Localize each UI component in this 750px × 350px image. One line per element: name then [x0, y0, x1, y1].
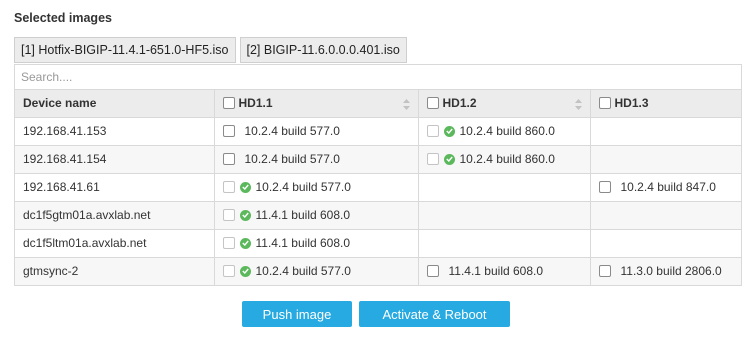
device-name-cell: dc1f5gtm01a.avxlab.net — [15, 200, 215, 230]
hd1-version: 10.2.4 build 577.0 — [222, 152, 410, 166]
hd3-cell — [589, 228, 741, 258]
table-row: 192.168.41.154 10.2.4 build 577.0 10.2.4 b… — [15, 144, 741, 174]
volume-checkbox[interactable] — [598, 265, 611, 278]
table-row: dc1f5ltm01a.avxlab.net 11.4.1 build 608.0 — [15, 228, 741, 258]
version-label: 10.2.4 build 577.0 — [244, 152, 340, 166]
sort-icon[interactable] — [574, 99, 582, 110]
check-circle-icon — [239, 237, 251, 249]
hd3-cell — [589, 144, 741, 174]
version-label: 11.4.1 build 608.0 — [255, 208, 351, 222]
version-label: 11.3.0 build 2806.0 — [620, 264, 722, 279]
column-header-hd1[interactable]: HD1.1 — [213, 90, 419, 118]
table-row: gtmsync-2 10.2.4 build 577.0 11.4.1 build … — [15, 256, 741, 285]
hd1-version: 11.4.1 build 608.0 — [222, 208, 410, 222]
hd2-cell: 10.2.4 build 860.0 — [417, 144, 591, 174]
hd1-cell: 10.2.4 build 577.0 — [213, 144, 419, 174]
hd1-cell: 10.2.4 build 577.0 — [213, 116, 419, 146]
hd3-version: 11.3.0 build 2806.0 — [598, 264, 734, 279]
image-tab-2[interactable]: [2] BIGIP-11.6.0.0.0.401.iso — [239, 37, 407, 63]
version-label: 10.2.4 build 860.0 — [459, 152, 555, 166]
device-name-cell: 192.168.41.61 — [15, 172, 215, 202]
hd1-select-all-checkbox[interactable] — [222, 97, 235, 110]
hd1-version: 10.2.4 build 577.0 — [222, 180, 410, 194]
volume-checkbox[interactable] — [426, 153, 439, 165]
hd2-cell — [417, 172, 591, 202]
check-circle-icon — [239, 209, 251, 221]
volume-checkbox[interactable] — [222, 125, 235, 137]
hd2-cell: 11.4.1 build 608.0 — [417, 256, 591, 285]
hd2-cell — [417, 200, 591, 230]
version-label: 11.4.1 build 608.0 — [255, 236, 351, 250]
volume-checkbox[interactable] — [222, 181, 235, 193]
hd1-cell: 11.4.1 build 608.0 — [213, 200, 419, 230]
hd3-cell — [589, 200, 741, 230]
device-name-cell: 192.168.41.153 — [15, 116, 215, 146]
hd2-cell: 10.2.4 build 860.0 — [417, 116, 591, 146]
hd3-select-all-checkbox[interactable] — [598, 97, 611, 110]
column-header-device-label: Device name — [23, 96, 97, 111]
column-header-hd3[interactable]: HD1.3 — [589, 90, 741, 118]
volume-checkbox[interactable] — [222, 265, 235, 278]
push-image-button[interactable]: Push image — [242, 301, 352, 327]
activate-reboot-button[interactable]: Activate & Reboot — [359, 301, 510, 327]
volume-checkbox[interactable] — [426, 265, 439, 278]
check-circle-icon — [239, 181, 251, 193]
hd1-version: 10.2.4 build 577.0 — [222, 124, 410, 138]
column-header-hd1-label: HD1.1 — [238, 96, 273, 111]
hd2-cell — [417, 228, 591, 258]
hd3-cell: 10.2.4 build 847.0 — [589, 172, 741, 202]
volume-checkbox[interactable] — [426, 125, 439, 137]
check-circle-icon — [239, 265, 251, 277]
search-input[interactable] — [21, 70, 735, 84]
table-row: 192.168.41.61 10.2.4 build 577.0 10.2.4 bu… — [15, 172, 741, 202]
search-bar — [15, 65, 741, 90]
image-tab-1[interactable]: [1] Hotfix-BIGIP-11.4.1-651.0-HF5.iso — [14, 37, 236, 63]
volume-checkbox[interactable] — [222, 209, 235, 221]
device-name-cell: dc1f5ltm01a.avxlab.net — [15, 228, 215, 258]
volume-checkbox[interactable] — [222, 153, 235, 165]
table-body: 192.168.41.153 10.2.4 build 577.0 10.2.4 b… — [15, 116, 741, 285]
version-label: 10.2.4 build 847.0 — [620, 180, 716, 194]
version-label: 10.2.4 build 577.0 — [255, 264, 351, 279]
column-header-hd2[interactable]: HD1.2 — [417, 90, 591, 118]
hd1-version: 10.2.4 build 577.0 — [222, 264, 410, 279]
hd1-cell: 11.4.1 build 608.0 — [213, 228, 419, 258]
sort-icon[interactable] — [402, 99, 410, 110]
hd2-version: 11.4.1 build 608.0 — [426, 264, 582, 279]
device-name-cell: gtmsync-2 — [15, 256, 215, 285]
image-tabs: [1] Hotfix-BIGIP-11.4.1-651.0-HF5.iso [2… — [14, 37, 407, 63]
table-header-row: Device name HD1.1 HD1.2 HD1.3 — [15, 90, 741, 118]
devices-table: Device name HD1.1 HD1.2 HD1.3 192.168.41… — [15, 90, 741, 285]
hd3-version: 10.2.4 build 847.0 — [598, 180, 734, 194]
selected-images-title: Selected images — [14, 11, 112, 25]
column-header-hd2-label: HD1.2 — [442, 96, 477, 111]
hd2-version: 10.2.4 build 860.0 — [426, 124, 582, 138]
hd1-cell: 10.2.4 build 577.0 — [213, 256, 419, 285]
devices-panel: Device name HD1.1 HD1.2 — [14, 64, 742, 286]
version-label: 10.2.4 build 860.0 — [459, 124, 555, 138]
table-row: dc1f5gtm01a.avxlab.net 11.4.1 build 608.0 — [15, 200, 741, 230]
check-circle-icon — [443, 153, 455, 165]
volume-checkbox[interactable] — [598, 181, 611, 193]
table-row: 192.168.41.153 10.2.4 build 577.0 10.2.4 b… — [15, 116, 741, 146]
hd1-cell: 10.2.4 build 577.0 — [213, 172, 419, 202]
column-header-hd3-label: HD1.3 — [614, 96, 649, 111]
version-label: 11.4.1 build 608.0 — [448, 264, 544, 279]
column-header-device: Device name — [15, 90, 215, 118]
version-label: 10.2.4 build 577.0 — [244, 124, 340, 138]
version-label: 10.2.4 build 577.0 — [255, 180, 351, 194]
hd3-cell: 11.3.0 build 2806.0 — [589, 256, 741, 285]
hd2-select-all-checkbox[interactable] — [426, 97, 439, 110]
device-name-cell: 192.168.41.154 — [15, 144, 215, 174]
hd3-cell — [589, 116, 741, 146]
hd1-version: 11.4.1 build 608.0 — [222, 236, 410, 250]
check-circle-icon — [443, 125, 455, 137]
volume-checkbox[interactable] — [222, 237, 235, 249]
hd2-version: 10.2.4 build 860.0 — [426, 152, 582, 166]
action-buttons: Push image Activate & Reboot — [242, 301, 510, 327]
